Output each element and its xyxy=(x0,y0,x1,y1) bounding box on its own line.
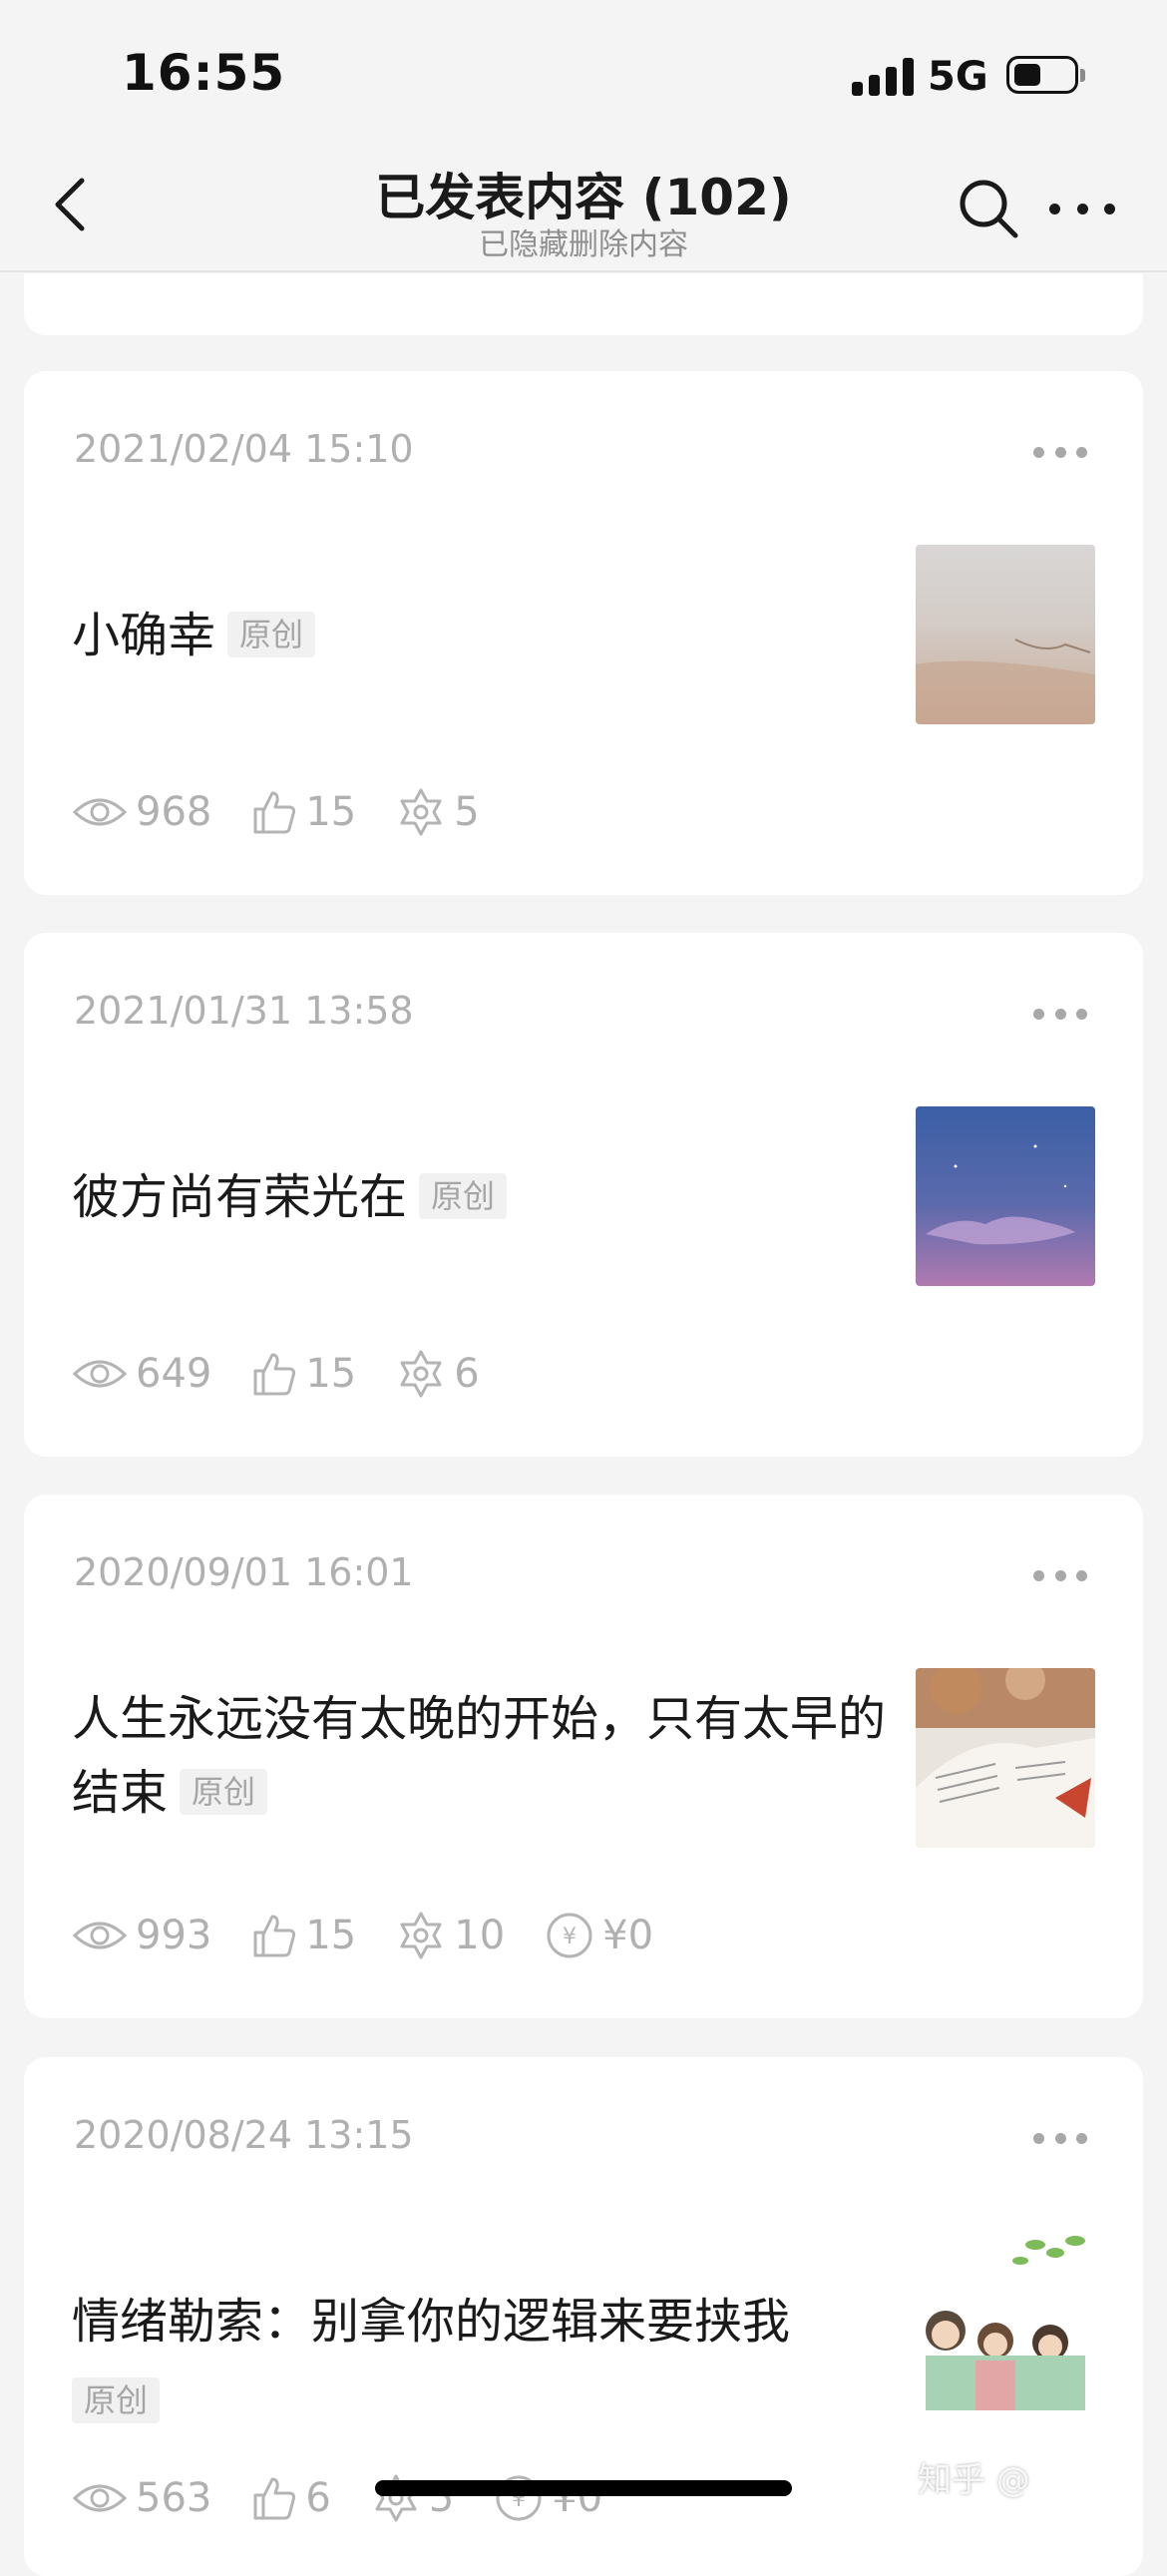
eye-icon xyxy=(72,798,128,826)
collections-stat: 10 xyxy=(396,1911,505,1960)
post-thumbnail[interactable] xyxy=(916,2231,1095,2410)
collections-stat: 6 xyxy=(396,1349,480,1399)
post-title[interactable]: 人生永远没有太晚的开始，只有太早的结束 原创 xyxy=(72,1682,900,1830)
eye-icon xyxy=(72,2484,128,2512)
original-badge: 原创 xyxy=(180,1769,268,1815)
more-options-button[interactable] xyxy=(1049,184,1115,233)
status-time: 16:55 xyxy=(122,44,286,102)
post-card[interactable]: 2021/01/31 13:58 彼方尚有荣光在 原创 649 15 6 xyxy=(24,933,1143,1457)
post-title-text: 小确幸 xyxy=(72,608,216,663)
likes-stat: 6 xyxy=(251,2475,331,2521)
views-stat: 563 xyxy=(72,2475,211,2521)
post-stats: 993 15 10 ¥ ¥0 xyxy=(72,1906,1069,1965)
likes-stat: 15 xyxy=(251,789,356,835)
thumbs-up-icon xyxy=(253,1353,296,1396)
post-title[interactable]: 小确幸 原创 xyxy=(72,599,900,672)
collection-flower-icon xyxy=(400,1350,442,1398)
collection-flower-icon xyxy=(400,1912,442,1959)
eye-icon xyxy=(72,1360,128,1388)
original-badge: 原创 xyxy=(419,1173,508,1219)
search-button[interactable] xyxy=(956,176,1021,241)
post-date: 2021/02/04 15:10 xyxy=(74,427,414,471)
cellular-signal-icon xyxy=(852,58,914,96)
views-stat: 968 xyxy=(72,789,211,835)
post-date: 2020/09/01 16:01 xyxy=(74,1550,414,1594)
more-horizontal-icon xyxy=(1033,447,1044,458)
more-horizontal-icon xyxy=(1033,2133,1044,2144)
post-title-text: 彼方尚有荣光在 xyxy=(72,1169,408,1225)
post-thumbnail[interactable] xyxy=(916,1106,1095,1286)
watermark: 知乎 @ xyxy=(918,2460,1030,2500)
post-stats: 968 15 5 xyxy=(72,782,1069,842)
post-stats: 649 15 6 xyxy=(72,1344,1069,1404)
post-more-button[interactable] xyxy=(1033,1570,1087,1582)
original-badge: 原创 xyxy=(227,612,316,657)
likes-stat: 15 xyxy=(251,1351,356,1397)
navigation-bar: 已发表内容 (102) 已隐藏删除内容 xyxy=(0,140,1167,272)
thumbs-up-icon xyxy=(253,2477,296,2520)
post-thumbnail[interactable] xyxy=(916,1668,1095,1848)
post-title-text: 情绪勒索：别拿你的逻辑来要挟我 xyxy=(72,2294,791,2350)
network-type: 5G xyxy=(928,54,988,100)
more-horizontal-icon xyxy=(1033,1570,1044,1581)
thumbs-up-icon xyxy=(253,1915,296,1957)
post-thumbnail[interactable] xyxy=(916,545,1095,724)
post-card[interactable]: 2021/02/04 15:10 小确幸 原创 968 15 5 xyxy=(24,371,1143,895)
post-more-button[interactable] xyxy=(1033,2133,1087,2145)
thumbs-up-icon xyxy=(253,791,296,834)
post-card[interactable]: 2020/09/01 16:01 人生永远没有太晚的开始，只有太早的结束 原创 9… xyxy=(24,1495,1143,2018)
more-horizontal-icon xyxy=(1049,203,1060,215)
more-horizontal-icon xyxy=(1033,1009,1044,1020)
income-stat: ¥ ¥0 xyxy=(545,1911,653,1960)
views-stat: 649 xyxy=(72,1351,211,1397)
post-title[interactable]: 情绪勒索：别拿你的逻辑来要挟我原创 xyxy=(72,2285,900,2432)
collections-stat: 5 xyxy=(396,787,480,837)
battery-icon xyxy=(1006,56,1085,94)
status-bar: 16:55 5G xyxy=(0,0,1167,140)
home-indicator[interactable] xyxy=(375,2480,792,2496)
collection-flower-icon xyxy=(400,788,442,836)
post-more-button[interactable] xyxy=(1033,447,1087,459)
eye-icon xyxy=(72,1922,128,1949)
original-badge: 原创 xyxy=(72,2377,161,2423)
post-date: 2021/01/31 13:58 xyxy=(74,989,414,1033)
search-icon xyxy=(960,180,1018,238)
svg-text:¥: ¥ xyxy=(563,1925,577,1949)
views-stat: 993 xyxy=(72,1913,211,1958)
post-date: 2020/08/24 13:15 xyxy=(74,2113,414,2157)
post-more-button[interactable] xyxy=(1033,1009,1087,1021)
post-title[interactable]: 彼方尚有荣光在 原创 xyxy=(72,1160,900,1234)
previous-post-card xyxy=(24,273,1143,335)
likes-stat: 15 xyxy=(251,1913,356,1958)
yuan-coin-icon: ¥ xyxy=(547,1913,592,1958)
